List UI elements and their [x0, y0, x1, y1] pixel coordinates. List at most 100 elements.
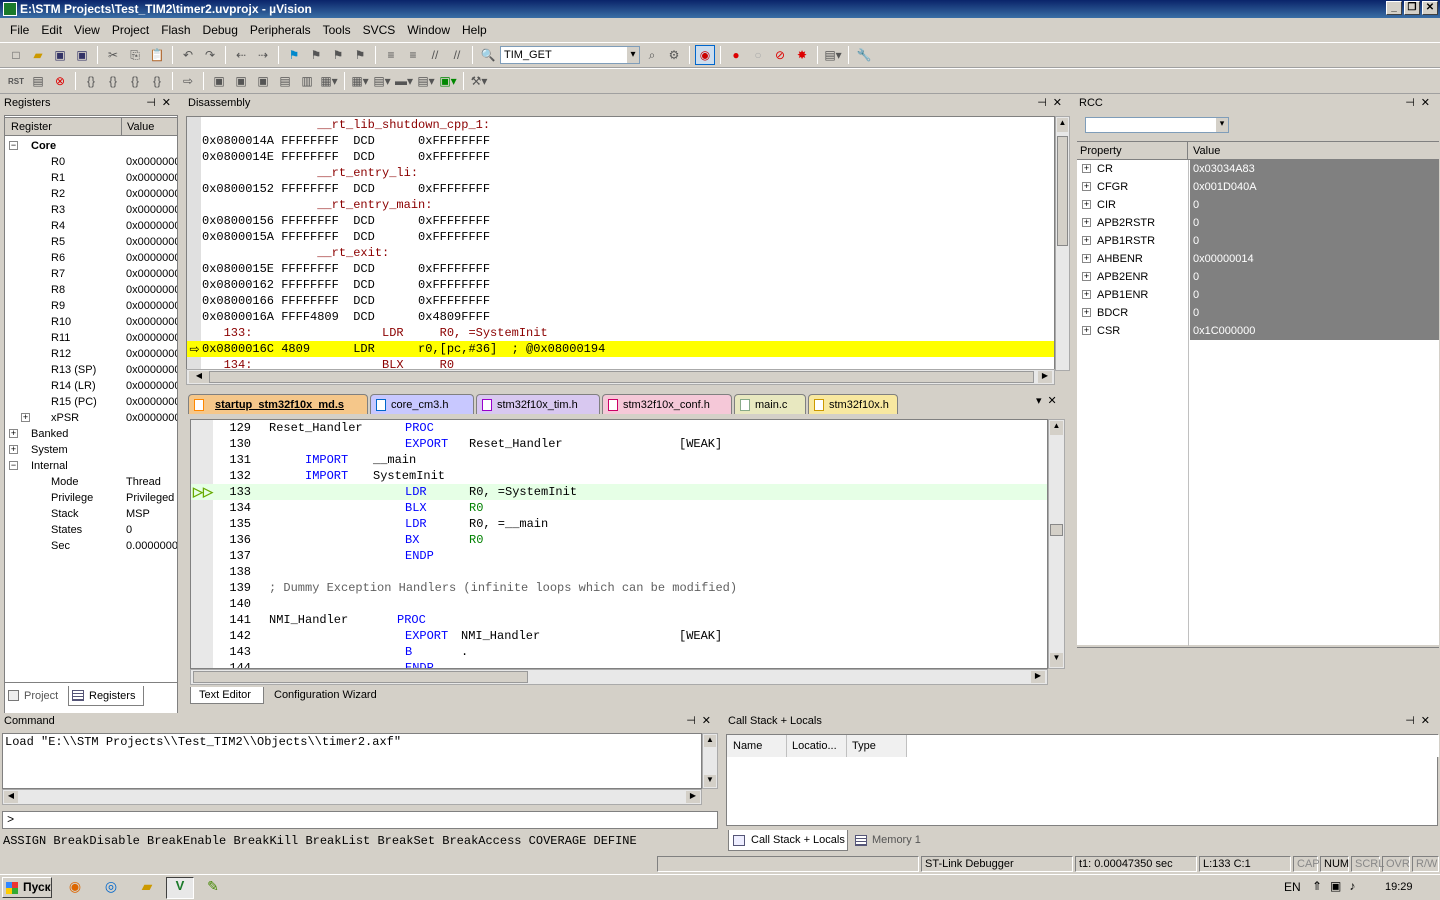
register-row[interactable]: R9 0x0000000	[5, 298, 177, 314]
registers-window-icon[interactable]: ▤	[275, 71, 295, 91]
col-name[interactable]: Name	[727, 735, 787, 757]
col-property[interactable]: Property	[1077, 142, 1188, 160]
scroll-left-icon[interactable]: ◀	[189, 371, 209, 383]
expand-icon[interactable]: +	[1082, 326, 1091, 335]
scroll-right-icon[interactable]: ▶	[1031, 671, 1045, 683]
rcc-register-row[interactable]: + CR 0x03034A83	[1077, 160, 1439, 178]
disassembly-window-icon[interactable]: ▣	[231, 71, 251, 91]
disassembly-line[interactable]: __rt_entry_li:	[202, 165, 418, 181]
col-value[interactable]: Value	[1191, 142, 1220, 160]
cut-icon[interactable]: ✂	[103, 45, 123, 65]
scroll-left-icon[interactable]: ◀	[4, 791, 18, 803]
expand-icon[interactable]: +	[9, 445, 18, 454]
source-line[interactable]: 131 IMPORT __main	[191, 452, 1047, 468]
unindent-icon[interactable]: ≡	[403, 45, 423, 65]
configure-icon[interactable]: 🔧	[854, 45, 874, 65]
source-line[interactable]: 143 B.	[191, 644, 1047, 660]
register-group[interactable]: + System	[5, 442, 177, 458]
panel-buttons[interactable]: ⊣✕	[146, 95, 177, 111]
maximize-button[interactable]: ❐	[1404, 1, 1420, 15]
nav-back-icon[interactable]: ⇠	[231, 45, 251, 65]
command-vscroll[interactable]: ▲ ▼	[702, 733, 718, 789]
tab-callstack-locals[interactable]: Call Stack + Locals	[728, 830, 848, 851]
tab-stm32f10x-h[interactable]: stm32f10x.h	[808, 394, 898, 414]
source-line[interactable]: 141 NMI_Handler PROC	[191, 612, 1047, 628]
new-file-icon[interactable]: □	[6, 45, 26, 65]
disassembly-line[interactable]: 133: LDR R0, =SystemInit	[202, 325, 548, 341]
menu-debug[interactable]: Debug	[197, 23, 244, 37]
menu-project[interactable]: Project	[106, 23, 155, 37]
rcc-register-row[interactable]: + APB2ENR 0	[1077, 268, 1439, 286]
editor-vscroll[interactable]: ▲ ▼	[1048, 419, 1065, 669]
disable-all-breakpoints-icon[interactable]: ⊘	[770, 45, 790, 65]
stop-icon[interactable]: ⊗	[50, 71, 70, 91]
tab-startup-stm32f10x-md-s[interactable]: startup_stm32f10x_md.s	[188, 394, 368, 414]
source-line[interactable]: 136 BX R0	[191, 532, 1047, 548]
disassembly-line[interactable]: 0x0800015A FFFFFFFF DCD 0xFFFFFFFF	[202, 229, 490, 245]
scroll-right-icon[interactable]: ▶	[686, 791, 700, 803]
register-row[interactable]: R11 0x0000000	[5, 330, 177, 346]
source-line[interactable]: 140	[191, 596, 1047, 612]
disassembly-line[interactable]: __rt_entry_main:	[202, 197, 432, 213]
command-input[interactable]: >	[2, 811, 718, 829]
disassembly-line[interactable]: 0x0800016A FFFF4809 DCD 0x4809FFFF	[202, 309, 490, 325]
menu-peripherals[interactable]: Peripherals	[244, 23, 317, 37]
register-row[interactable]: R5 0x0000000	[5, 234, 177, 250]
rcc-register-row[interactable]: + APB2RSTR 0	[1077, 214, 1439, 232]
rcc-register-row[interactable]: + AHBENR 0x00000014	[1077, 250, 1439, 268]
rcc-register-value[interactable]: 0x1C000000	[1190, 322, 1439, 340]
save-icon[interactable]: ▣	[50, 45, 70, 65]
tab-stm32f10x-tim-h[interactable]: stm32f10x_tim.h	[476, 394, 600, 414]
show-next-statement-icon[interactable]: ⇨	[178, 71, 198, 91]
run-to-cursor-icon[interactable]: {}	[147, 71, 167, 91]
disassembly-vscroll[interactable]: ▲	[1055, 116, 1070, 371]
command-window-icon[interactable]: ▣	[209, 71, 229, 91]
register-row[interactable]: R7 0x0000000	[5, 266, 177, 282]
scroll-down-icon[interactable]: ▼	[704, 775, 716, 787]
call-stack-window-icon[interactable]: ▥	[297, 71, 317, 91]
disassembly-line[interactable]: __rt_lib_shutdown_cpp_1:	[202, 117, 490, 133]
menu-edit[interactable]: Edit	[35, 23, 68, 37]
window-layout-icon[interactable]: ▤▾	[823, 45, 843, 65]
register-row[interactable]: States 0	[5, 522, 177, 538]
redo-icon[interactable]: ↷	[200, 45, 220, 65]
disassembly-line[interactable]: 0x0800016C 4809 LDR r0,[pc,#36] ; @0x080…	[202, 341, 1054, 357]
open-folder-icon[interactable]: ▰	[28, 45, 48, 65]
rcc-register-value[interactable]: 0	[1190, 232, 1439, 250]
register-row[interactable]: R6 0x0000000	[5, 250, 177, 266]
scroll-up-icon[interactable]: ▲	[1050, 421, 1063, 435]
disassembly-view[interactable]: __rt_lib_shutdown_cpp_1: 0x0800014A FFFFF…	[186, 116, 1055, 371]
source-line[interactable]: 135 LDR R0, =__main	[191, 516, 1047, 532]
disassembly-line[interactable]: __rt_exit:	[202, 245, 389, 261]
source-line[interactable]: 142 EXPORT NMI_Handler [WEAK]	[191, 628, 1047, 644]
tab-core-cm3-h[interactable]: core_cm3.h	[370, 394, 474, 414]
breakpoint-icon[interactable]: ●	[726, 45, 746, 65]
expand-icon[interactable]: +	[1082, 254, 1091, 263]
rcc-register-value[interactable]: 0x03034A83	[1190, 160, 1439, 178]
step-out-icon[interactable]: {}	[125, 71, 145, 91]
expand-icon[interactable]: +	[1082, 290, 1091, 299]
hscroll-thumb[interactable]	[209, 371, 1034, 383]
expand-icon[interactable]: +	[9, 429, 18, 438]
trace-window-icon[interactable]: ▤▾	[416, 71, 436, 91]
prev-bookmark-icon[interactable]: ⚑	[306, 45, 326, 65]
scroll-thumb[interactable]	[1050, 524, 1063, 536]
menu-help[interactable]: Help	[456, 23, 493, 37]
rcc-register-value[interactable]: 0x001D040A	[1190, 178, 1439, 196]
copy-icon[interactable]: ⎘	[125, 45, 145, 65]
register-row[interactable]: Privilege Privileged	[5, 490, 177, 506]
rcc-register-row[interactable]: + CSR 0x1C000000	[1077, 322, 1439, 340]
language-indicator[interactable]: EN	[1284, 880, 1301, 894]
hscroll-thumb[interactable]	[193, 671, 528, 683]
register-row[interactable]: R2 0x0000000	[5, 186, 177, 202]
register-row[interactable]: Sec 0.0000000	[5, 538, 177, 554]
rcc-register-row[interactable]: + CIR 0	[1077, 196, 1439, 214]
menu-svcs[interactable]: SVCS	[357, 23, 402, 37]
serial-window-icon[interactable]: ▤▾	[372, 71, 392, 91]
expand-icon[interactable]: +	[1082, 272, 1091, 281]
clear-bookmarks-icon[interactable]: ⚑	[350, 45, 370, 65]
rcc-register-row[interactable]: + CFGR 0x001D040A	[1077, 178, 1439, 196]
find-icon[interactable]: ⌕	[642, 45, 662, 65]
disassembly-line[interactable]: 0x08000162 FFFFFFFF DCD 0xFFFFFFFF	[202, 277, 490, 293]
source-line[interactable]: 144 ENDP	[191, 660, 1047, 668]
